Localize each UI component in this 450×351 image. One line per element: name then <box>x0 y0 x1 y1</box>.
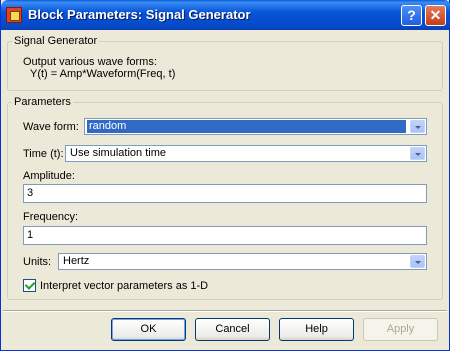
time-value: Use simulation time <box>70 147 166 159</box>
frequency-field[interactable]: 1 <box>23 226 427 245</box>
help-button[interactable]: Help <box>279 318 354 341</box>
interpret-vector-label[interactable]: Interpret vector parameters as 1-D <box>40 280 208 292</box>
simulink-block-icon <box>6 7 22 23</box>
cancel-button[interactable]: Cancel <box>195 318 270 341</box>
amplitude-field[interactable]: 3 <box>23 184 427 203</box>
waveform-select[interactable]: random <box>84 118 427 135</box>
time-select[interactable]: Use simulation time <box>65 145 427 162</box>
units-value: Hertz <box>63 255 90 267</box>
units-label: Units: <box>23 256 52 268</box>
parameters-legend: Parameters <box>12 96 73 108</box>
frequency-label: Frequency: <box>23 211 79 223</box>
block-description-line1: Output various wave forms: <box>23 56 157 68</box>
waveform-value: random <box>87 120 406 133</box>
time-label: Time (t): <box>23 148 64 160</box>
chevron-down-icon[interactable] <box>410 147 425 160</box>
interpret-vector-checkbox[interactable] <box>23 279 36 292</box>
amplitude-label: Amplitude: <box>23 170 75 182</box>
chevron-down-icon[interactable] <box>410 120 425 133</box>
block-description-legend: Signal Generator <box>12 35 100 47</box>
title-bar[interactable]: Block Parameters: Signal Generator ? ✕ <box>1 0 450 30</box>
waveform-label: Wave form: <box>23 121 79 133</box>
window-title: Block Parameters: Signal Generator <box>28 7 251 22</box>
ok-button[interactable]: OK <box>111 318 186 341</box>
units-select[interactable]: Hertz <box>58 253 427 270</box>
chevron-down-icon[interactable] <box>410 255 425 268</box>
dialog-window: Block Parameters: Signal Generator ? ✕ S… <box>0 0 450 351</box>
help-title-button[interactable]: ? <box>401 5 422 26</box>
apply-button[interactable]: Apply <box>363 318 438 341</box>
block-description-line2: Y(t) = Amp*Waveform(Freq, t) <box>30 68 176 80</box>
close-button[interactable]: ✕ <box>425 5 446 26</box>
button-separator <box>3 310 447 312</box>
